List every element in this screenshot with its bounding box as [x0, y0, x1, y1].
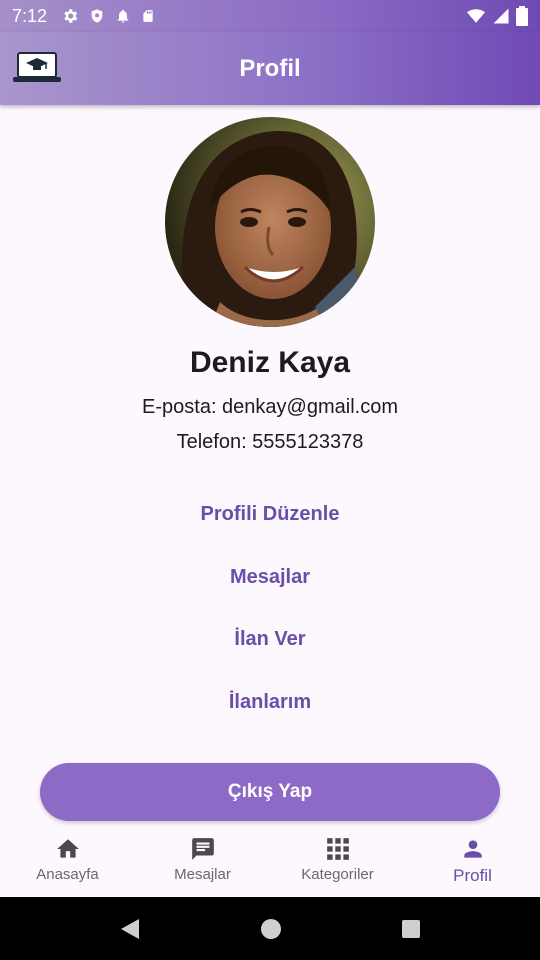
recents-icon[interactable]	[401, 919, 421, 939]
wifi-icon	[467, 9, 485, 23]
status-right	[466, 6, 528, 26]
nav-label: Kategoriler	[301, 866, 374, 883]
bottom-nav: Anasayfa Mesajlar Kategoriler Profil	[0, 826, 540, 897]
back-icon[interactable]	[119, 918, 141, 940]
page-title: Profil	[239, 54, 301, 82]
battery-icon	[516, 6, 528, 26]
signal-icon	[493, 8, 509, 24]
nav-label: Profil	[453, 866, 492, 885]
home-circle-icon[interactable]	[260, 918, 282, 940]
person-icon	[463, 840, 482, 858]
profile-name: Deniz Kaya	[189, 346, 351, 379]
chat-icon	[191, 838, 214, 860]
nav-item-messages[interactable]: Mesajlar	[135, 826, 270, 897]
messages-button[interactable]: Mesajlar	[170, 557, 370, 597]
my-ads-button[interactable]: İlanlarım	[170, 682, 370, 722]
nav-label: Anasayfa	[36, 866, 99, 883]
logout-button[interactable]: Çıkış Yap	[40, 763, 500, 821]
nav-item-categories[interactable]: Kategoriler	[270, 826, 405, 897]
status-time: 7:12	[12, 5, 48, 26]
status-bar: 7:12	[0, 0, 540, 32]
bell-icon	[117, 9, 129, 23]
post-ad-button[interactable]: İlan Ver	[170, 619, 370, 659]
laptop-graduation-logo-icon	[13, 52, 61, 82]
home-icon	[56, 839, 79, 858]
nav-label: Mesajlar	[174, 866, 231, 883]
grid-icon	[326, 838, 349, 860]
profile-phone: Telefon: 5555123378	[176, 431, 364, 453]
edit-profile-button[interactable]: Profili Düzenle	[170, 494, 370, 534]
profile-avatar	[165, 117, 375, 327]
profile-email: E-posta: denkay@gmail.com	[142, 396, 398, 418]
sd-card-icon	[143, 10, 153, 22]
shield-icon	[91, 9, 103, 23]
nav-item-profile[interactable]: Profil	[405, 826, 540, 897]
system-nav-bar	[0, 897, 540, 960]
nav-item-home[interactable]: Anasayfa	[0, 826, 135, 897]
settings-icon	[64, 9, 78, 23]
app-bar: Profil	[0, 32, 540, 105]
status-icons	[61, 7, 155, 25]
avatar-photo	[165, 117, 375, 327]
